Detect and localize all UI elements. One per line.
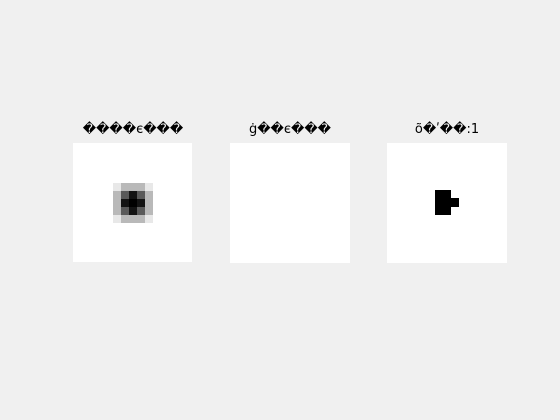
blob-pixel (137, 215, 145, 223)
blob-pixel (121, 207, 129, 215)
blob-pixel (121, 191, 129, 199)
binary-block-main (435, 190, 451, 215)
panel-title-binary: õ�ʹ��:1 (414, 122, 480, 137)
blob-pixel (113, 199, 121, 207)
panel-title-blurred: ����є��� (82, 122, 184, 137)
blob-pixels (113, 183, 153, 223)
figure-canvas: ����є��� ġ��є��� õ�ʹ��:1 (0, 0, 560, 420)
blob-pixel (137, 207, 145, 215)
blob-pixel (121, 215, 129, 223)
blob-pixel (113, 183, 121, 191)
blob-pixel (121, 183, 129, 191)
blob-pixel (129, 215, 137, 223)
blurred-blob-image (113, 183, 153, 223)
blob-pixel (129, 199, 137, 207)
blob-pixel (145, 215, 153, 223)
image-panel-blank (230, 143, 350, 263)
blob-pixel (137, 191, 145, 199)
binary-shape-image (435, 190, 459, 215)
image-panel-binary (387, 143, 507, 263)
blob-pixel (145, 207, 153, 215)
blob-pixel (145, 199, 153, 207)
blob-pixel (121, 199, 129, 207)
binary-block-tab (451, 198, 459, 207)
blob-pixel (129, 207, 137, 215)
blob-pixel (137, 199, 145, 207)
blob-pixel (113, 207, 121, 215)
panel-title-blank: ġ��є��� (248, 122, 332, 137)
blob-pixel (113, 191, 121, 199)
image-panel-blurred (73, 143, 192, 262)
blob-pixel (113, 215, 121, 223)
blob-pixel (129, 183, 137, 191)
blob-pixel (137, 183, 145, 191)
blob-pixel (129, 191, 137, 199)
blob-pixel (145, 191, 153, 199)
blob-pixel (145, 183, 153, 191)
